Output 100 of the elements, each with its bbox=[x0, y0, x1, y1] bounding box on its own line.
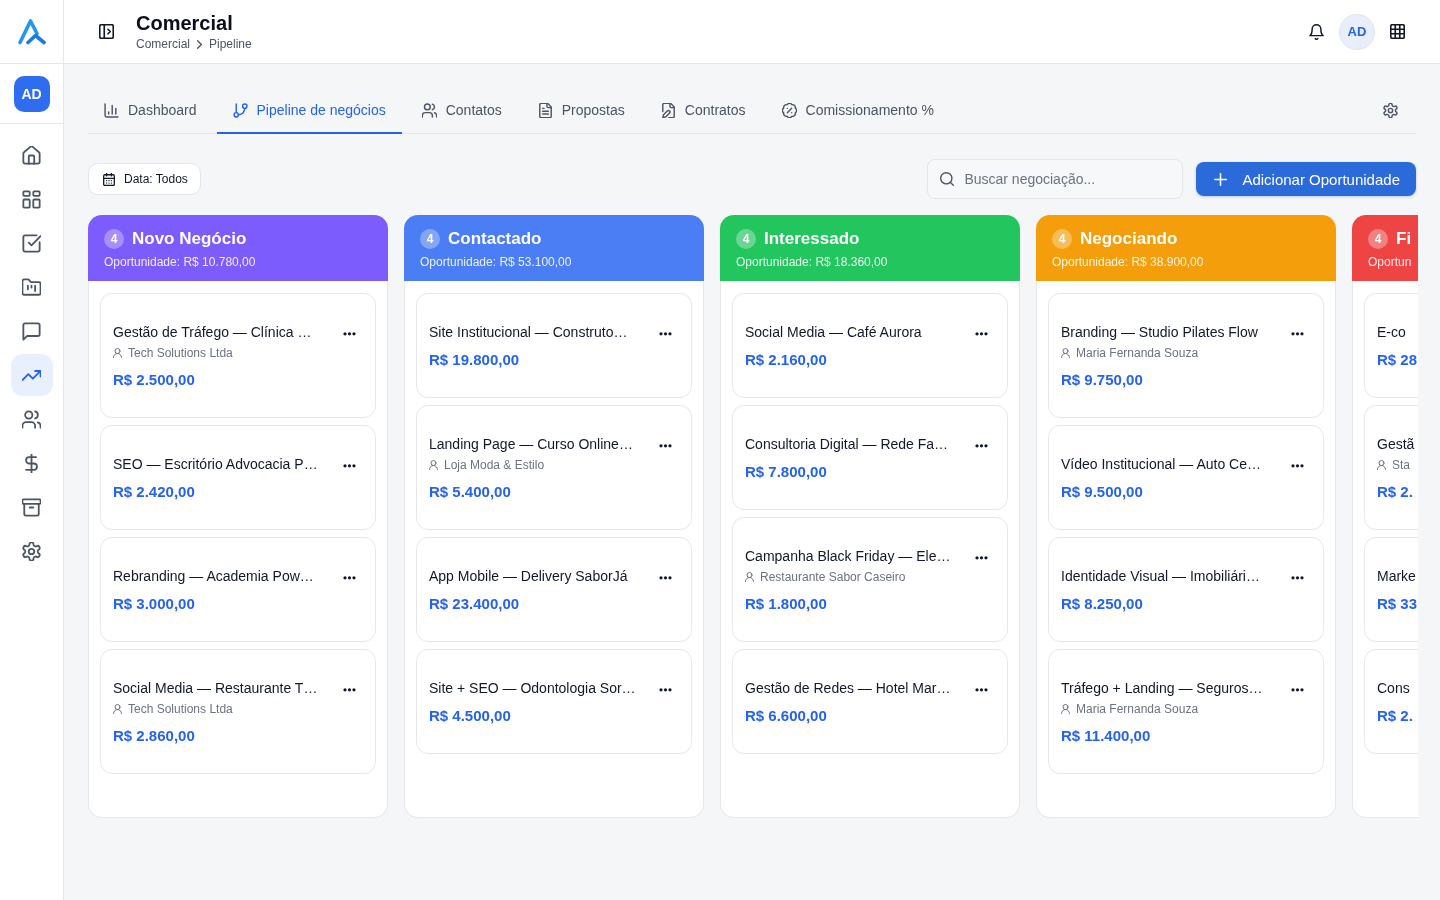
folder-icon bbox=[22, 277, 41, 297]
deal-card[interactable]: Rebranding — Academia Pow… R$ 3.000,00 bbox=[100, 537, 376, 642]
settings-icon[interactable] bbox=[1383, 103, 1398, 118]
deal-card[interactable]: Social Media — Café Aurora R$ 2.160,00 bbox=[732, 293, 1008, 398]
add-opportunity-button[interactable]: Adicionar Oportunidade bbox=[1196, 162, 1416, 196]
tab[interactable]: Contatos bbox=[405, 88, 518, 134]
client-name: Maria Fernanda Souza bbox=[1076, 346, 1199, 360]
deal-card[interactable]: Vídeo Institucional — Auto Ce… R$ 9.500,00 bbox=[1048, 425, 1324, 530]
tab[interactable]: Dashboard bbox=[88, 88, 213, 134]
deal-card[interactable]: Marke R$ 33 bbox=[1364, 537, 1418, 642]
more-options-icon[interactable] bbox=[659, 444, 672, 448]
deal-value: R$ 7.800,00 bbox=[745, 462, 828, 482]
users-icon bbox=[421, 102, 437, 118]
grid-icon[interactable] bbox=[1390, 24, 1405, 39]
deal-card[interactable]: App Mobile — Delivery SaborJá R$ 23.400,00 bbox=[416, 537, 692, 642]
deal-card[interactable]: Social Media — Restaurante T… Tech Solutions Ltda R$ 2.860,00 bbox=[100, 649, 376, 774]
more-options-icon[interactable] bbox=[1291, 688, 1304, 692]
tab[interactable]: Comissionamento % bbox=[765, 88, 950, 134]
deal-card[interactable]: Branding — Studio Pilates Flow Maria Fernanda Souza R$ 9.750,00 bbox=[1048, 293, 1324, 418]
users-icon bbox=[22, 409, 41, 429]
more-options-icon[interactable] bbox=[343, 688, 356, 692]
more-options-icon[interactable] bbox=[975, 556, 988, 560]
column-count: 4 bbox=[736, 229, 756, 249]
sidebar-item[interactable] bbox=[10, 354, 53, 396]
deal-card[interactable]: SEO — Escritório Advocacia P… R$ 2.420,00 bbox=[100, 425, 376, 530]
column-title: Contactado bbox=[448, 229, 542, 249]
user-avatar[interactable]: AD bbox=[1339, 13, 1375, 50]
deal-value: R$ 2.420,00 bbox=[113, 482, 196, 502]
more-options-icon[interactable] bbox=[343, 464, 356, 468]
deal-title: Consultoria Digital — Rede Fa… bbox=[745, 435, 949, 454]
notification-bell-icon[interactable] bbox=[1309, 23, 1324, 40]
archive-icon bbox=[22, 497, 41, 517]
bar-chart-icon bbox=[104, 102, 119, 118]
tab[interactable]: Pipeline de negócios bbox=[216, 88, 402, 134]
more-options-icon[interactable] bbox=[1291, 576, 1304, 580]
column-total: Oportun bbox=[1368, 254, 1413, 270]
date-filter-button[interactable]: Data: Todos bbox=[88, 163, 201, 195]
more-options-icon[interactable] bbox=[343, 576, 356, 580]
more-options-icon[interactable] bbox=[975, 332, 988, 336]
column-total: Oportunidade: R$ 10.780,00 bbox=[104, 254, 257, 270]
deal-card[interactable]: Site Institucional — Construto… R$ 19.800,00 bbox=[416, 293, 692, 398]
client-name: Tech Solutions Ltda bbox=[128, 702, 233, 716]
deal-card[interactable]: Site + SEO — Odontologia Sor… R$ 4.500,00 bbox=[416, 649, 692, 754]
deal-value: R$ 8.250,00 bbox=[1061, 594, 1144, 614]
deal-card[interactable]: Campanha Black Friday — Ele… Restaurante Sabor Caseiro R$ 1.800,00 bbox=[732, 517, 1008, 642]
user-avatar[interactable]: AD bbox=[13, 75, 50, 112]
column-count: 4 bbox=[1052, 229, 1072, 249]
more-options-icon[interactable] bbox=[1291, 464, 1304, 468]
deal-card[interactable]: Consultoria Digital — Rede Fa… R$ 7.800,00 bbox=[732, 405, 1008, 510]
deal-title: E-co bbox=[1377, 323, 1406, 342]
deal-card[interactable]: Gestã Sta R$ 2. bbox=[1364, 405, 1418, 530]
breadcrumb-link[interactable]: Comercial bbox=[136, 36, 190, 52]
more-options-icon[interactable] bbox=[659, 576, 672, 580]
deal-title: Rebranding — Academia Pow… bbox=[113, 567, 314, 586]
column-total: Oportunidade: R$ 38.900,00 bbox=[1052, 254, 1205, 270]
chat-icon bbox=[22, 321, 41, 341]
settings-icon bbox=[22, 541, 41, 561]
column-title: Negociando bbox=[1080, 229, 1178, 249]
deal-card[interactable]: Identidade Visual — Imobiliári… R$ 8.250,00 bbox=[1048, 537, 1324, 642]
deal-title: Marke bbox=[1377, 567, 1416, 586]
more-options-icon[interactable] bbox=[659, 688, 672, 692]
deal-card[interactable]: E-co R$ 28 bbox=[1364, 293, 1418, 398]
tab[interactable]: Propostas bbox=[521, 88, 641, 134]
deal-value: R$ 9.500,00 bbox=[1061, 482, 1144, 502]
chevron-right-icon bbox=[197, 39, 202, 49]
deal-title: Gestão de Tráfego — Clínica … bbox=[113, 323, 312, 342]
deal-value: R$ 1.800,00 bbox=[745, 594, 828, 614]
deal-card[interactable]: Gestão de Redes — Hotel Mar… R$ 6.600,00 bbox=[732, 649, 1008, 754]
deal-value: R$ 19.800,00 bbox=[429, 350, 521, 370]
checkbox-icon bbox=[22, 233, 41, 253]
deal-card[interactable]: Cons R$ 2. bbox=[1364, 649, 1418, 754]
document-edit-icon bbox=[660, 102, 676, 118]
logo-icon bbox=[16, 18, 47, 45]
deal-value: R$ 2.160,00 bbox=[745, 350, 828, 370]
deal-title: Tráfego + Landing — Seguros… bbox=[1061, 679, 1263, 698]
deal-card[interactable]: Gestão de Tráfego — Clínica … Tech Solutions Ltda R$ 2.500,00 bbox=[100, 293, 376, 418]
deal-title: SEO — Escritório Advocacia P… bbox=[113, 455, 318, 474]
more-options-icon[interactable] bbox=[659, 332, 672, 336]
person-icon bbox=[1061, 704, 1070, 714]
deal-card[interactable]: Tráfego + Landing — Seguros… Maria Fernanda Souza R$ 11.400,00 bbox=[1048, 649, 1324, 774]
client-name: Maria Fernanda Souza bbox=[1076, 702, 1199, 716]
plus-icon bbox=[1214, 172, 1228, 186]
more-options-icon[interactable] bbox=[975, 688, 988, 692]
deal-value: R$ 4.500,00 bbox=[429, 706, 512, 726]
dollar-icon bbox=[22, 453, 41, 473]
person-icon bbox=[113, 704, 122, 714]
more-options-icon[interactable] bbox=[1291, 332, 1304, 336]
search-field[interactable]: Buscar negociação... bbox=[927, 159, 1184, 199]
document-icon bbox=[537, 102, 553, 118]
tab[interactable]: Contratos bbox=[644, 88, 762, 134]
deal-title: Gestão de Redes — Hotel Mar… bbox=[745, 679, 951, 698]
more-options-icon[interactable] bbox=[975, 444, 988, 448]
more-options-icon[interactable] bbox=[343, 332, 356, 336]
person-icon bbox=[745, 572, 754, 582]
sidebar-toggle-icon[interactable] bbox=[99, 24, 114, 39]
deal-value: R$ 5.400,00 bbox=[429, 482, 512, 502]
breadcrumb-link[interactable]: Pipeline bbox=[209, 36, 252, 52]
deal-card[interactable]: Landing Page — Curso Online… Loja Moda & Estilo R$ 5.400,00 bbox=[416, 405, 692, 530]
calendar-icon bbox=[103, 172, 115, 186]
column-count: 4 bbox=[1368, 229, 1388, 249]
